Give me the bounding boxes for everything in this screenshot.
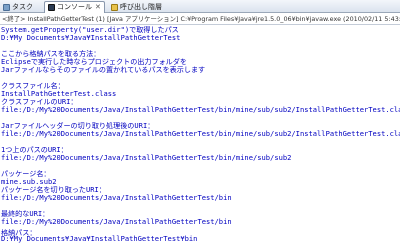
console-line: file:/D:/My%20Documents/Java/InstallPath… [1,153,292,162]
eclipse-console-view: タスク コンソール ✕ 呼び出し階層 <終了> InstallPathGette… [0,0,400,243]
view-tab-bar: タスク コンソール ✕ 呼び出し階層 [0,0,400,13]
console-output[interactable]: System.getProperty("user.dir")で取得したパス D:… [0,26,400,243]
console-icon [48,4,55,11]
close-icon[interactable]: ✕ [95,2,101,13]
console-line: file:/D:/My%20Documents/Java/InstallPath… [1,105,400,114]
tab-label: 呼び出し階層 [120,2,162,11]
tab-call-hierarchy[interactable]: 呼び出し階層 [108,1,165,13]
hierarchy-icon [111,3,118,11]
task-icon [3,3,10,11]
console-line: D:¥My Documents¥Java¥InstallPathGetterTe… [1,234,198,243]
console-line: file:/D:/My%20Documents/Java/InstallPath… [1,217,232,226]
console-line: file:/D:/My%20Documents/Java/InstallPath… [1,129,400,138]
tab-tasks[interactable]: タスク [0,1,36,13]
tab-label: コンソール [57,3,92,11]
tab-console[interactable]: コンソール ✕ [44,1,105,13]
console-line: file:/D:/My%20Documents/Java/InstallPath… [1,193,232,202]
console-line: D:¥My Documents¥Java¥InstallPathGetterTe… [1,33,181,42]
console-line: Jarファイルならそのファイルの置かれているパスを表示します [1,65,206,74]
console-process-label: <終了> InstallPathGetterTest (1) [Java アプリ… [0,14,400,25]
tab-label: タスク [12,2,33,11]
